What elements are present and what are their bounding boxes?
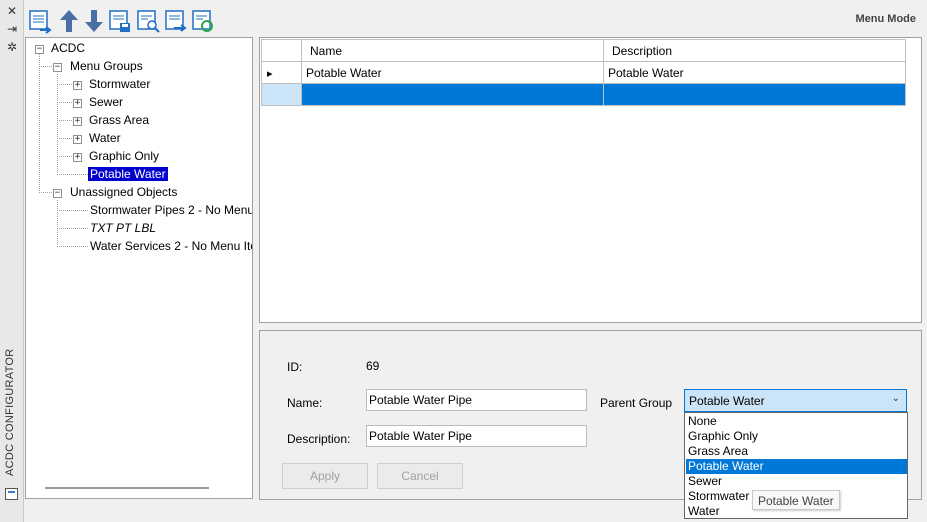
cancel-button[interactable]: Cancel bbox=[377, 463, 463, 489]
palette-title: ACDC CONFIGURATOR bbox=[4, 348, 16, 476]
apply-button[interactable]: Apply bbox=[282, 463, 368, 489]
new-row-header[interactable] bbox=[261, 83, 302, 106]
tree-node-grass-area[interactable]: Grass Area bbox=[89, 112, 149, 129]
expand-collapse-icon[interactable]: − bbox=[35, 45, 44, 54]
tree-node-water[interactable]: Water bbox=[89, 130, 121, 147]
search-list-icon[interactable] bbox=[136, 8, 160, 34]
row-indicator-icon[interactable]: ▸ bbox=[261, 61, 302, 84]
list-add-icon[interactable] bbox=[28, 8, 52, 34]
tree-node-menu-groups[interactable]: Menu Groups bbox=[70, 58, 143, 75]
dropdown-option[interactable]: Graphic Only bbox=[686, 429, 907, 444]
description-label: Description: bbox=[287, 432, 351, 446]
tree-node-graphic-only[interactable]: Graphic Only bbox=[89, 148, 159, 165]
expand-icon[interactable]: + bbox=[73, 135, 82, 144]
tree-node-unassigned-item[interactable]: Stormwater Pipes 2 - No Menu bbox=[90, 202, 252, 219]
horizontal-scrollbar[interactable] bbox=[45, 487, 209, 489]
grid-header-row: Name Description bbox=[261, 39, 906, 62]
grid-corner-cell[interactable] bbox=[261, 39, 302, 62]
dropdown-option[interactable]: None bbox=[686, 414, 907, 429]
table-row[interactable]: ▸ Potable Water Potable Water bbox=[261, 61, 906, 84]
arrow-down-icon[interactable] bbox=[82, 8, 106, 34]
expand-icon[interactable]: + bbox=[73, 81, 82, 90]
settings-icon[interactable]: ✲ bbox=[4, 40, 20, 54]
pin-icon[interactable]: ⇥ bbox=[4, 22, 20, 36]
chevron-down-icon[interactable]: ⌄ bbox=[892, 393, 900, 404]
refresh-list-icon[interactable] bbox=[191, 8, 215, 34]
cell-name[interactable]: Potable Water bbox=[301, 61, 604, 84]
id-value: 69 bbox=[366, 359, 380, 373]
menu-tree[interactable]: − ACDC − Menu Groups + Stormwater + Sewe… bbox=[25, 37, 253, 499]
arrow-up-icon[interactable] bbox=[57, 8, 81, 34]
name-field[interactable] bbox=[366, 389, 587, 411]
column-header-description[interactable]: Description bbox=[603, 39, 906, 62]
tree-node-root[interactable]: ACDC bbox=[51, 40, 85, 57]
tree-node-unassigned-item[interactable]: TXT PT LBL bbox=[90, 220, 156, 237]
expand-icon[interactable]: + bbox=[73, 117, 82, 126]
close-icon[interactable]: ✕ bbox=[4, 4, 20, 18]
cell-description[interactable] bbox=[603, 83, 906, 106]
id-label: ID: bbox=[287, 360, 303, 374]
parent-group-label: Parent Group bbox=[600, 396, 673, 410]
column-header-name[interactable]: Name bbox=[301, 39, 604, 62]
tooltip: Potable Water bbox=[752, 490, 840, 510]
name-label: Name: bbox=[287, 396, 323, 410]
palette-side-strip: ✕ ⇥ ✲ ACDC CONFIGURATOR bbox=[0, 0, 24, 522]
tree-node-potable-water[interactable]: Potable Water bbox=[88, 166, 168, 183]
parent-group-select[interactable]: Potable Water ⌄ bbox=[684, 389, 907, 412]
expand-icon[interactable]: + bbox=[73, 153, 82, 162]
description-field[interactable] bbox=[366, 425, 587, 447]
export-list-icon[interactable] bbox=[164, 8, 188, 34]
expand-icon[interactable]: + bbox=[73, 99, 82, 108]
expand-collapse-icon[interactable]: − bbox=[53, 189, 62, 198]
new-row[interactable] bbox=[261, 83, 906, 106]
dropdown-option[interactable]: Sewer bbox=[686, 474, 907, 489]
menu-items-grid: Name Description ▸ Potable Water Potable… bbox=[259, 37, 922, 323]
cell-description[interactable]: Potable Water bbox=[603, 61, 906, 84]
dropdown-option[interactable]: Grass Area bbox=[686, 444, 907, 459]
properties-icon[interactable] bbox=[5, 488, 18, 500]
tree-node-unassigned-item[interactable]: Water Services 2 - No Menu Ite bbox=[90, 238, 252, 255]
tree-node-stormwater[interactable]: Stormwater bbox=[89, 76, 150, 93]
dropdown-option-selected[interactable]: Potable Water bbox=[686, 459, 907, 474]
tree-node-unassigned-objects[interactable]: Unassigned Objects bbox=[70, 184, 177, 201]
parent-group-value: Potable Water bbox=[689, 394, 765, 408]
mode-label: Menu Mode bbox=[855, 13, 917, 25]
cell-name[interactable] bbox=[301, 83, 604, 106]
save-list-icon[interactable] bbox=[108, 8, 132, 34]
expand-collapse-icon[interactable]: − bbox=[53, 63, 62, 72]
tree-node-sewer[interactable]: Sewer bbox=[89, 94, 123, 111]
